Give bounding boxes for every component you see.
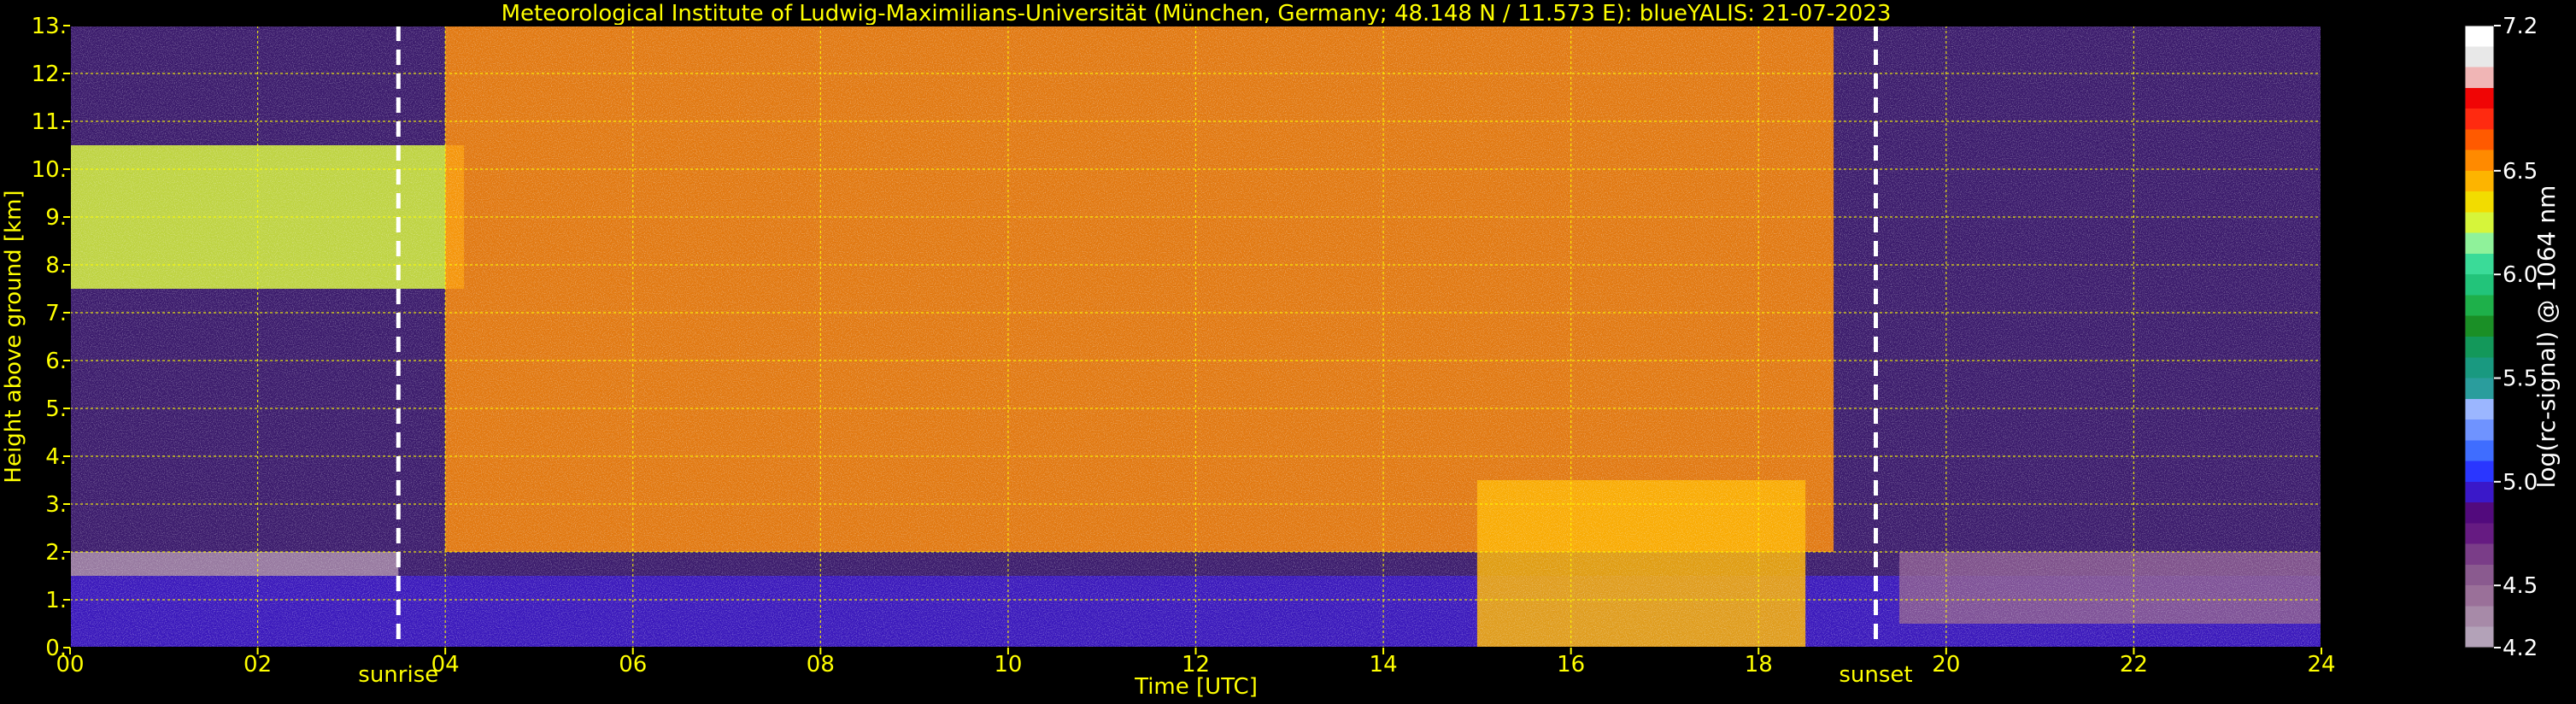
colorbar-label: log(rc-signal) @ 1064 nm	[2532, 185, 2561, 489]
x-tick-label: 02	[244, 652, 272, 678]
y-tick-label: 11.	[32, 109, 67, 135]
chart-title: Meteorological Institute of Ludwig-Maxim…	[502, 1, 1892, 26]
x-tick-label: 08	[807, 652, 835, 678]
colorbar-tick-label: 4.5	[2503, 573, 2538, 599]
y-tick-label: 2.	[45, 540, 67, 566]
x-tick-label: 14	[1370, 652, 1398, 678]
colorbar-tick-label: 4.2	[2503, 636, 2538, 661]
sunset-label: sunset	[1839, 662, 1912, 688]
plot-area	[70, 26, 2321, 648]
colorbar-scale	[2464, 25, 2495, 648]
x-tick-label: 10	[994, 652, 1022, 678]
y-axis-label: Height above ground [km]	[1, 190, 26, 483]
y-tick-label: 9.	[45, 205, 67, 231]
colorbar-tick-label: 7.2	[2503, 14, 2538, 39]
lidar-quicklook-chart: Meteorological Institute of Ludwig-Maxim…	[1, 1, 2561, 700]
y-tick-label: 4.	[45, 444, 67, 470]
y-tick-label: 0.	[45, 636, 67, 661]
x-axis-label: Time [UTC]	[1134, 674, 1258, 700]
y-tick-label: 1.	[45, 588, 67, 613]
x-tick-label: 06	[619, 652, 647, 678]
x-tick-label: 18	[1745, 652, 1773, 678]
x-tick-label: 22	[2120, 652, 2148, 678]
y-tick-label: 6.	[45, 349, 67, 374]
y-tick-label: 8.	[45, 253, 67, 279]
y-tick-label: 13.	[32, 14, 67, 39]
y-tick-label: 10.	[32, 157, 67, 183]
y-tick-label: 7.	[45, 301, 67, 326]
colorbar-tick-label: 6.5	[2503, 159, 2538, 185]
y-tick-label: 5.	[45, 396, 67, 422]
x-tick-label: 24	[2307, 652, 2335, 678]
x-tick-label: 20	[1932, 652, 1960, 678]
colorbar: 4.24.55.05.56.06.57.2 log(rc-signal) @ 1…	[2464, 14, 2561, 661]
y-tick-label: 12.	[32, 62, 67, 87]
sunrise-label: sunrise	[358, 662, 438, 688]
y-tick-label: 3.	[45, 492, 67, 518]
x-tick-label: 16	[1557, 652, 1585, 678]
